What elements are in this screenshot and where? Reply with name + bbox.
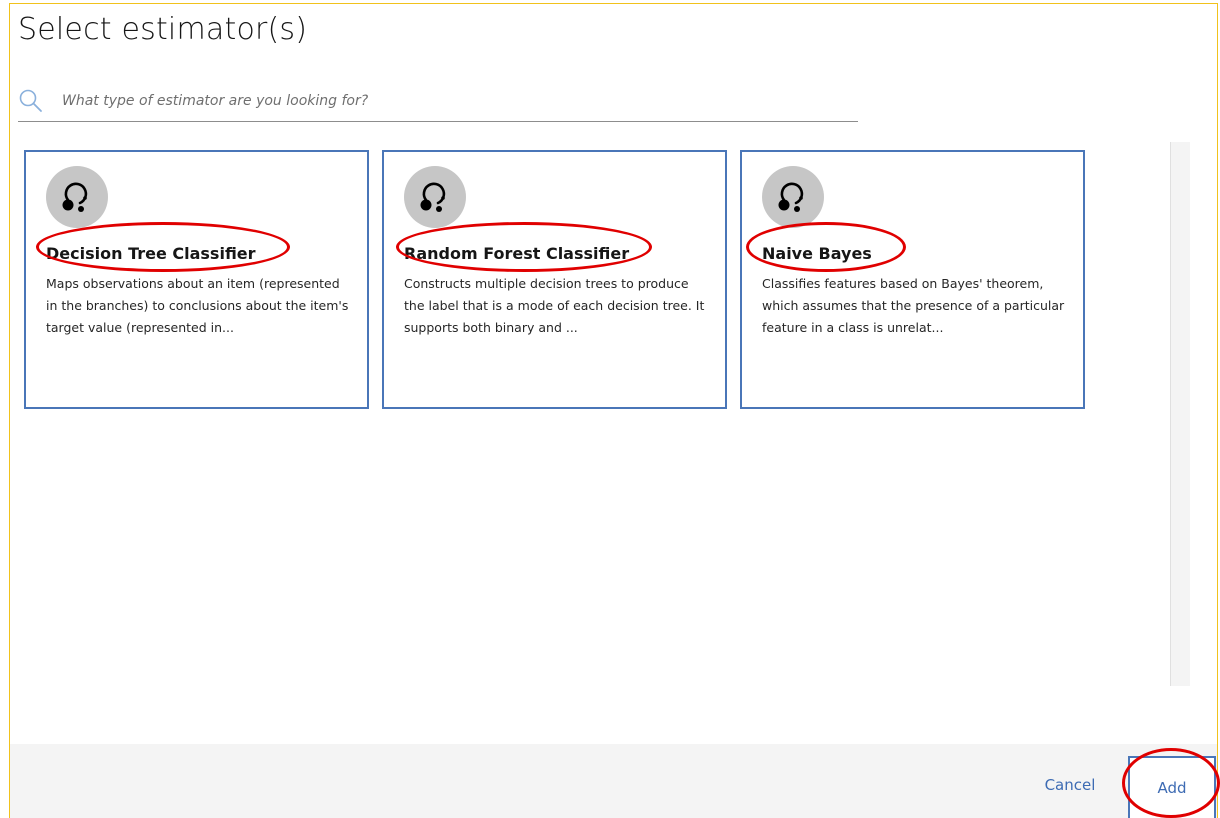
estimator-card-naive-bayes[interactable]: Naive Bayes Classifies features based on… <box>740 150 1085 409</box>
estimator-icon <box>404 166 466 228</box>
estimator-card-title: Random Forest Classifier <box>404 244 630 263</box>
dialog-frame <box>9 3 1218 818</box>
estimator-card-description: Classifies features based on Bayes' theo… <box>762 276 1065 335</box>
estimator-card-title: Naive Bayes <box>762 244 872 263</box>
estimator-card-title: Decision Tree Classifier <box>46 244 256 263</box>
cancel-button[interactable]: Cancel <box>1030 769 1110 801</box>
search-input[interactable] <box>60 86 844 116</box>
estimator-icon <box>46 166 108 228</box>
estimator-card-description: Constructs multiple decision trees to pr… <box>404 276 705 335</box>
add-button[interactable]: Add <box>1128 756 1216 818</box>
estimator-card-random-forest[interactable]: Random Forest Classifier Constructs mult… <box>382 150 727 409</box>
dialog-title: Select estimator(s) <box>18 12 308 47</box>
estimator-icon <box>762 166 824 228</box>
search-bar[interactable] <box>18 84 858 122</box>
estimator-card-description: Maps observations about an item (represe… <box>46 276 349 335</box>
scrollbar[interactable] <box>1170 142 1190 686</box>
estimator-card-decision-tree[interactable]: Decision Tree Classifier Maps observatio… <box>24 150 369 409</box>
search-icon <box>18 88 44 114</box>
